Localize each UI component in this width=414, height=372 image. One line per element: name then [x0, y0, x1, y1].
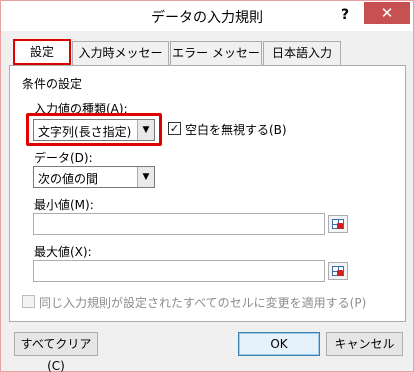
group-label: 条件の設定 [22, 77, 83, 91]
settings-panel: 条件の設定 入力値の種類(A): 文字列(長さ指定) ▼ ✓ 空白を無視する(B… [9, 65, 406, 322]
allow-value: 文字列(長さ指定) [38, 125, 132, 139]
data-select[interactable]: 次の値の間 ▼ [33, 166, 155, 188]
tab-input-message[interactable]: 入力時メッセージ [72, 41, 169, 82]
data-label: データ(D): [34, 151, 93, 165]
apply-all-label: 同じ入力規則が設定されたすべてのセルに変更を適用する(P) [39, 296, 367, 310]
data-validation-dialog: データの入力規則 ? ✕ 設定 入力時メッセージ エラー メッセージ 日本語入力… [0, 0, 414, 372]
min-range-button[interactable] [328, 215, 348, 233]
min-input[interactable] [33, 213, 325, 235]
close-button[interactable]: ✕ [364, 2, 410, 24]
ok-button[interactable]: OK [238, 332, 320, 356]
tab-settings[interactable]: 設定 [13, 39, 71, 65]
max-range-button[interactable] [328, 262, 348, 280]
data-value: 次の値の間 [38, 172, 99, 186]
chevron-down-icon: ▼ [137, 120, 154, 140]
tab-error-message[interactable]: エラー メッセージ [170, 41, 262, 82]
allow-select[interactable]: 文字列(長さ指定) ▼ [33, 119, 155, 141]
ignore-blank-label: 空白を無視する(B) [185, 123, 287, 137]
help-button[interactable]: ? [331, 3, 359, 27]
title-bar: データの入力規則 ? ✕ [1, 1, 413, 31]
checkmark-icon: ✓ [169, 122, 180, 135]
max-label: 最大値(X): [34, 245, 92, 259]
clear-all-button[interactable]: すべてクリア(C) [14, 332, 98, 372]
ignore-blank-checkbox[interactable]: ✓ [168, 122, 181, 135]
apply-all-checkbox[interactable] [22, 295, 35, 308]
min-label: 最小値(M): [34, 198, 94, 212]
max-input[interactable] [33, 260, 325, 282]
tab-ime-mode[interactable]: 日本語入力 [263, 41, 341, 65]
chevron-down-icon: ▼ [137, 167, 154, 187]
close-icon: ✕ [380, 4, 394, 22]
cancel-button[interactable]: キャンセル [326, 332, 403, 356]
